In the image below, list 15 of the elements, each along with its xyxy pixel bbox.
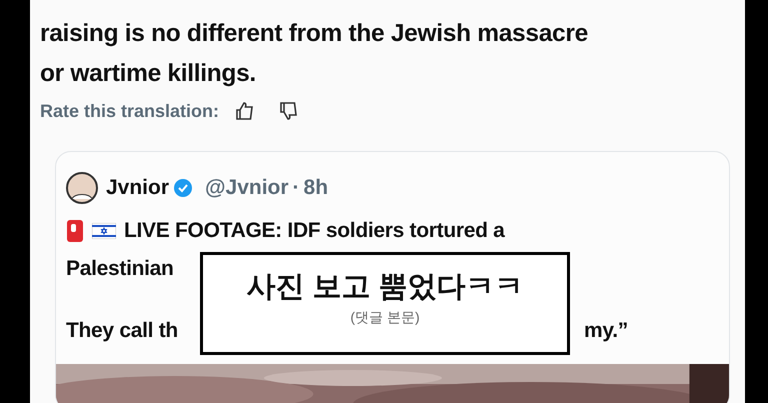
separator-dot: ·: [292, 175, 300, 202]
translated-text-line: or wartime killings.: [40, 59, 257, 89]
post-text-line: my.”: [584, 318, 629, 344]
caption-subtitle: (댓글 본문): [349, 308, 421, 327]
translated-text-line: raising is no different from the Jewish massacre: [40, 19, 589, 49]
siren-icon: [66, 218, 84, 244]
author-handle[interactable]: @Jvnior: [205, 172, 289, 204]
author-name[interactable]: Jvnior: [106, 172, 170, 204]
avatar-icon: [66, 172, 98, 204]
rate-label: Rate this translation:: [40, 100, 220, 123]
post-text-line: LIVE FOOTAGE: IDF soldiers tortured a: [124, 218, 505, 244]
caption-title: 사진 보고 뿜었다ㅋㅋ: [245, 270, 525, 305]
post-time: 8h: [304, 175, 328, 202]
post-text-line: They call th: [66, 318, 179, 344]
post-text-line: Palestinian: [66, 256, 174, 282]
